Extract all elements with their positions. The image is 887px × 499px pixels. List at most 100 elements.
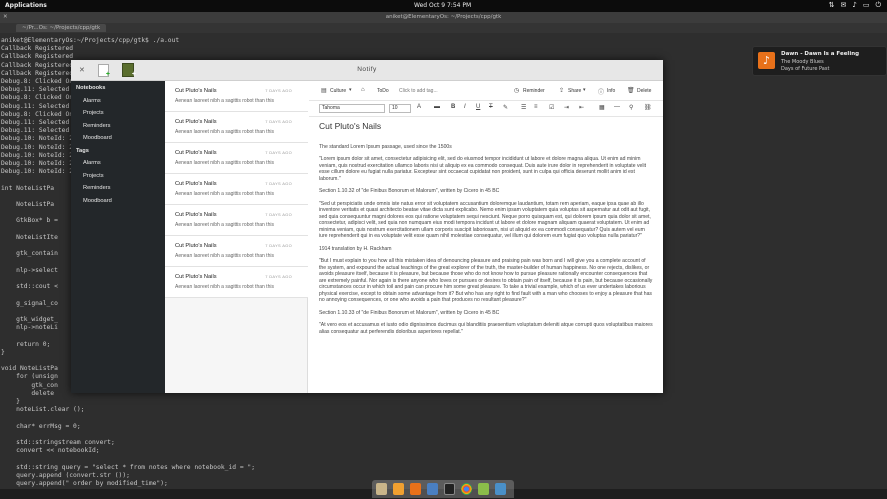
note-title: Cut Pluto's Nails	[175, 88, 217, 94]
note-preview: Aenean laoreet nibh a sagittis robot tha…	[175, 191, 274, 197]
checkbox-icon[interactable]: ☑	[549, 104, 554, 111]
delete-button[interactable]: Delete	[637, 88, 651, 94]
list-item[interactable]: Cut Pluto's Nails 7 DAYS AGO Aenean laor…	[165, 267, 308, 298]
note-title: Cut Pluto's Nails	[175, 274, 217, 280]
system-tray: ⇅ ✉ ♪ ▭ ⏻	[829, 1, 881, 10]
plus-icon: +	[131, 71, 136, 78]
battery-icon[interactable]: ▭	[863, 1, 870, 10]
outdent-icon[interactable]: ⇤	[579, 104, 584, 111]
sidebar-item-alarms[interactable]: Alarms	[83, 98, 101, 104]
sidebar-tag-projects[interactable]: Projects	[83, 173, 104, 179]
app-title: Notify	[357, 66, 377, 73]
sidebar-item-moodboard[interactable]: Moodboard	[83, 135, 112, 141]
link-icon[interactable]: ⛓	[644, 104, 652, 111]
sidebar-tag-moodboard[interactable]: Moodboard	[83, 198, 112, 204]
plus-icon: +	[105, 71, 110, 78]
note-date: 7 DAYS AGO	[265, 150, 292, 155]
clock[interactable]: Wed Oct 9 7:54 PM	[414, 2, 471, 9]
info-icon: ⓘ	[598, 90, 605, 96]
note-preview: Aenean laoreet nibh a sagittis robot tha…	[175, 129, 274, 135]
attachment-icon[interactable]: ⚲	[629, 104, 633, 111]
terminal-tab[interactable]: ~/Pr...Os: ~/Projects/cpp/gtk	[16, 24, 107, 32]
share-button[interactable]: Share	[568, 88, 581, 94]
terminal-tabbar: ~/Pr...Os: ~/Projects/cpp/gtk	[0, 23, 887, 33]
todo-button[interactable]: ToDo	[377, 88, 389, 94]
notebooks-header: Notebooks	[76, 85, 106, 91]
font-color-icon[interactable]: A	[417, 104, 421, 110]
sidebar-item-projects[interactable]: Projects	[83, 110, 104, 116]
numbered-list-icon[interactable]: ≡	[534, 104, 538, 110]
new-note-button[interactable]: +	[98, 64, 110, 78]
new-notebook-button[interactable]: +	[122, 63, 136, 78]
note-title: Cut Pluto's Nails	[175, 243, 217, 249]
terminal-line: query.append (convert.str ());	[1, 471, 130, 479]
files-icon[interactable]	[376, 483, 387, 495]
notebook-icon: ▤	[321, 88, 327, 94]
trash-icon: 🗑	[627, 88, 635, 94]
list-item[interactable]: Cut Pluto's Nails 7 DAYS AGO Aenean laor…	[165, 112, 308, 143]
note-date: 7 DAYS AGO	[265, 212, 292, 217]
music-notification[interactable]: ♪ Dawn - Dawn Is a Feeling The Moody Blu…	[752, 46, 887, 76]
note-list: Cut Pluto's Nails 7 DAYS AGO Aenean laor…	[165, 81, 308, 393]
mail-icon[interactable]: ✉	[840, 1, 846, 10]
music-app-icon[interactable]	[410, 483, 421, 495]
close-icon[interactable]: ✕	[3, 14, 8, 20]
list-item[interactable]: Cut Pluto's Nails 7 DAYS AGO Aenean laor…	[165, 174, 308, 205]
font-family-select[interactable]: Tahoma	[319, 104, 385, 113]
list-item[interactable]: Cut Pluto's Nails 7 DAYS AGO Aenean laor…	[165, 81, 308, 112]
chevron-down-icon: ▾	[349, 87, 352, 93]
note-date: 7 DAYS AGO	[265, 274, 292, 279]
power-icon[interactable]: ⏻	[875, 1, 881, 10]
chrome-icon[interactable]	[461, 483, 472, 495]
calendar-icon[interactable]	[427, 483, 438, 495]
note-preview: Aenean laoreet nibh a sagittis robot tha…	[175, 284, 274, 290]
mail-app-icon[interactable]	[393, 483, 404, 495]
tag-input[interactable]	[399, 86, 489, 95]
list-item[interactable]: Cut Pluto's Nails 7 DAYS AGO Aenean laor…	[165, 143, 308, 174]
terminal-titlebar: ✕ aniket@ElementaryOs: ~/Projects/cpp/gt…	[0, 12, 887, 23]
sidebar-item-reminders[interactable]: Reminders	[83, 123, 111, 129]
table-icon[interactable]: ▦	[599, 104, 605, 111]
applications-menu[interactable]: Applications	[5, 2, 47, 9]
close-icon[interactable]: ✕	[79, 66, 85, 74]
bold-icon[interactable]: B	[451, 104, 455, 110]
underline-icon[interactable]: U	[476, 104, 480, 110]
network-icon[interactable]: ⇅	[829, 1, 835, 10]
info-button[interactable]: Info	[607, 88, 615, 94]
font-size-select[interactable]: 10	[389, 104, 411, 113]
note-heading: Cut Pluto's Nails	[319, 121, 382, 131]
note-toolbar: ▤ Culture ▾ ⌂ ToDo ◷ Reminder ⇪ Share ▾ …	[309, 81, 663, 101]
chevron-down-icon: ▾	[583, 87, 586, 93]
list-item[interactable]: Cut Pluto's Nails 7 DAYS AGO Aenean laor…	[165, 205, 308, 236]
window-icon[interactable]	[495, 483, 506, 495]
marker-icon[interactable]: ✎	[503, 104, 508, 111]
note-preview: Aenean laoreet nibh a sagittis robot tha…	[175, 253, 274, 259]
sound-icon[interactable]: ♪	[852, 1, 856, 10]
sidebar: Notebooks Alarms Projects Reminders Mood…	[71, 81, 165, 393]
strikethrough-icon[interactable]: T	[489, 104, 493, 110]
note-date: 7 DAYS AGO	[265, 181, 292, 186]
note-preview: Aenean laoreet nibh a sagittis robot tha…	[175, 160, 274, 166]
highlight-icon[interactable]: ▬	[434, 104, 440, 110]
terminal-icon[interactable]	[444, 483, 455, 495]
note-title: Cut Pluto's Nails	[175, 212, 217, 218]
terminal-line: std::string query = "select * from notes…	[1, 463, 256, 471]
notebook-selector[interactable]: Culture	[330, 88, 346, 94]
sidebar-tag-alarms[interactable]: Alarms	[83, 160, 101, 166]
bullet-list-icon[interactable]: ☰	[521, 104, 526, 111]
note-content[interactable]: Cut Pluto's Nails The standard Lorem Ips…	[319, 121, 653, 341]
italic-icon[interactable]: I	[464, 104, 466, 110]
note-title: Cut Pluto's Nails	[175, 181, 217, 187]
sidebar-tag-reminders[interactable]: Reminders	[83, 185, 111, 191]
indent-icon[interactable]: ⇥	[564, 104, 569, 111]
top-panel: Applications Wed Oct 9 7:54 PM ⇅ ✉ ♪ ▭ ⏻	[0, 0, 887, 12]
terminal-line: char* errMsg = 0;	[1, 422, 81, 430]
app-store-icon[interactable]	[478, 483, 489, 495]
reminder-button[interactable]: Reminder	[523, 88, 545, 94]
note-editor: ▤ Culture ▾ ⌂ ToDo ◷ Reminder ⇪ Share ▾ …	[309, 81, 663, 393]
list-item[interactable]: Cut Pluto's Nails 7 DAYS AGO Aenean laor…	[165, 236, 308, 267]
horizontal-rule-icon[interactable]: ―	[614, 104, 620, 110]
note-preview: Aenean laoreet nibh a sagittis robot tha…	[175, 98, 274, 104]
